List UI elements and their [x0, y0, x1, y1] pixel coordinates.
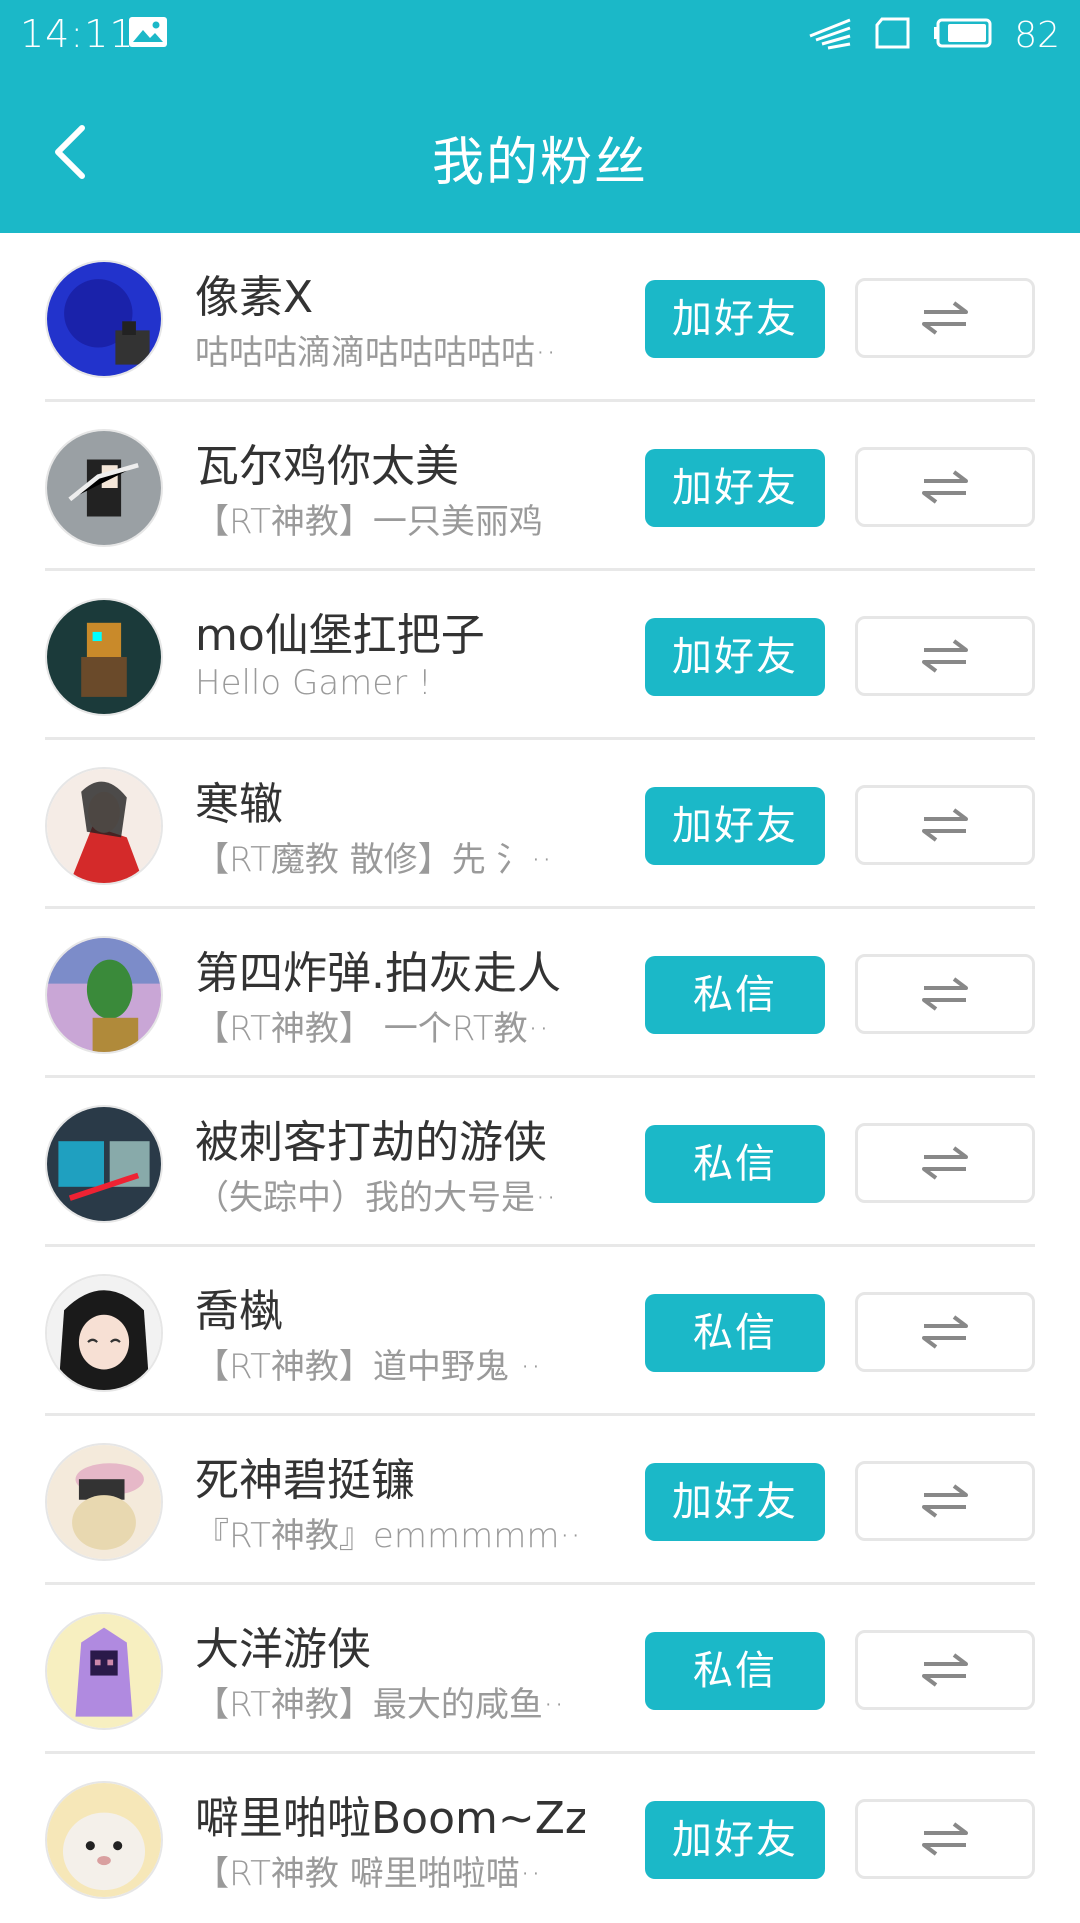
fan-bio: 咕咕咕滴滴咕咕咕咕咕·· — [195, 333, 557, 373]
list-item[interactable]: 像素X 咕咕咕滴滴咕咕咕咕咕·· 加好友 — [0, 233, 1080, 402]
add-friend-button[interactable]: 加好友 — [645, 280, 825, 358]
fan-bio: 【RT魔教 散修】先 氵·· — [195, 840, 553, 880]
fan-bio: （失踪中）我的大号是·· — [195, 1178, 557, 1218]
message-button[interactable]: 私信 — [645, 1294, 825, 1372]
list-item[interactable]: 瓦尔鸡你太美 【RT神教】一只美丽鸡 加好友 — [0, 402, 1080, 571]
list-item[interactable]: 寒辙 【RT魔教 散修】先 氵·· 加好友 — [0, 740, 1080, 909]
swap-arrows-icon — [922, 977, 968, 1011]
add-friend-button[interactable]: 加好友 — [645, 1463, 825, 1541]
avatar[interactable] — [45, 1274, 163, 1392]
swap-arrows-icon — [922, 1146, 968, 1180]
swap-arrows-icon — [922, 639, 968, 673]
list-item[interactable]: 第四炸弹.拍灰走人 【RT神教】 一个RT教·· 私信 — [0, 909, 1080, 1078]
mutual-follow-button[interactable] — [855, 785, 1035, 865]
fan-name: 死神碧挺镰 — [195, 1455, 415, 1506]
status-time: 14:11 — [20, 12, 135, 56]
add-friend-button[interactable]: 加好友 — [645, 449, 825, 527]
avatar[interactable] — [45, 598, 163, 716]
swap-arrows-icon — [922, 301, 968, 335]
add-friend-button[interactable]: 加好友 — [645, 618, 825, 696]
swap-arrows-icon — [922, 470, 968, 504]
mutual-follow-button[interactable] — [855, 1461, 1035, 1541]
gallery-notification-icon — [128, 16, 168, 48]
avatar[interactable] — [45, 1781, 163, 1899]
fan-list: 像素X 咕咕咕滴滴咕咕咕咕咕·· 加好友 瓦尔鸡你太美 【RT神教】一只美丽鸡 … — [0, 233, 1080, 1923]
battery-percent: 82 — [1014, 14, 1060, 56]
fan-name: mo仙堡扛把子 — [195, 610, 485, 661]
mutual-follow-button[interactable] — [855, 1292, 1035, 1372]
list-item[interactable]: 噼里啪啦Boom~Zz·· 【RT神教 噼里啪啦喵·· 加好友 — [0, 1754, 1080, 1923]
fan-name: 大洋游侠 — [195, 1624, 371, 1675]
fan-name: 喬槸 — [195, 1286, 283, 1337]
status-bar: 14:11 82 — [0, 0, 1080, 70]
fan-bio: 【RT神教】一只美丽鸡 — [195, 502, 543, 542]
avatar[interactable] — [45, 767, 163, 885]
fan-name: 噼里啪啦Boom~Zz·· — [195, 1793, 585, 1844]
signal-icon — [808, 16, 852, 54]
swap-arrows-icon — [922, 1484, 968, 1518]
avatar[interactable] — [45, 1443, 163, 1561]
fan-name: 像素X — [195, 272, 314, 323]
add-friend-button[interactable]: 加好友 — [645, 787, 825, 865]
mutual-follow-button[interactable] — [855, 1630, 1035, 1710]
fan-name: 第四炸弹.拍灰走人 — [195, 948, 561, 999]
list-item[interactable]: mo仙堡扛把子 Hello Gamer ! 加好友 — [0, 571, 1080, 740]
avatar[interactable] — [45, 429, 163, 547]
avatar[interactable] — [45, 260, 163, 378]
message-button[interactable]: 私信 — [645, 1125, 825, 1203]
avatar[interactable] — [45, 1612, 163, 1730]
swap-arrows-icon — [922, 808, 968, 842]
fan-bio: Hello Gamer ! — [195, 663, 432, 703]
avatar[interactable] — [45, 1105, 163, 1223]
battery-icon — [934, 18, 992, 52]
avatar[interactable] — [45, 936, 163, 1054]
fan-name: 寒辙 — [195, 779, 283, 830]
list-item[interactable]: 喬槸 【RT神教】道中野鬼 ·· 私信 — [0, 1247, 1080, 1416]
nav-bar: 我的粉丝 — [0, 90, 1080, 215]
mutual-follow-button[interactable] — [855, 1799, 1035, 1879]
list-item[interactable]: 被刺客打劫的游侠 （失踪中）我的大号是·· 私信 — [0, 1078, 1080, 1247]
mutual-follow-button[interactable] — [855, 954, 1035, 1034]
mutual-follow-button[interactable] — [855, 616, 1035, 696]
fan-bio: 『RT神教』emmmmm·· — [195, 1516, 580, 1556]
add-friend-button[interactable]: 加好友 — [645, 1801, 825, 1879]
message-button[interactable]: 私信 — [645, 1632, 825, 1710]
swap-arrows-icon — [922, 1653, 968, 1687]
message-button[interactable]: 私信 — [645, 956, 825, 1034]
status-right: 82 — [808, 10, 1060, 60]
mutual-follow-button[interactable] — [855, 447, 1035, 527]
swap-arrows-icon — [922, 1822, 968, 1856]
fan-name: 瓦尔鸡你太美 — [195, 441, 459, 492]
page-title: 我的粉丝 — [431, 133, 648, 193]
sim-card-icon — [874, 17, 912, 53]
list-item[interactable]: 大洋游侠 【RT神教】最大的咸鱼·· 私信 — [0, 1585, 1080, 1754]
fan-bio: 【RT神教 噼里啪啦喵·· — [195, 1854, 542, 1894]
fan-name: 被刺客打劫的游侠 — [195, 1117, 547, 1168]
mutual-follow-button[interactable] — [855, 278, 1035, 358]
fan-bio: 【RT神教】 一个RT教·· — [195, 1009, 550, 1049]
fan-bio: 【RT神教】最大的咸鱼·· — [195, 1685, 565, 1725]
fan-bio: 【RT神教】道中野鬼 ·· — [195, 1347, 542, 1387]
app-header: 14:11 82 我的粉丝 — [0, 0, 1080, 233]
mutual-follow-button[interactable] — [855, 1123, 1035, 1203]
swap-arrows-icon — [922, 1315, 968, 1349]
list-item[interactable]: 死神碧挺镰 『RT神教』emmmmm·· 加好友 — [0, 1416, 1080, 1585]
